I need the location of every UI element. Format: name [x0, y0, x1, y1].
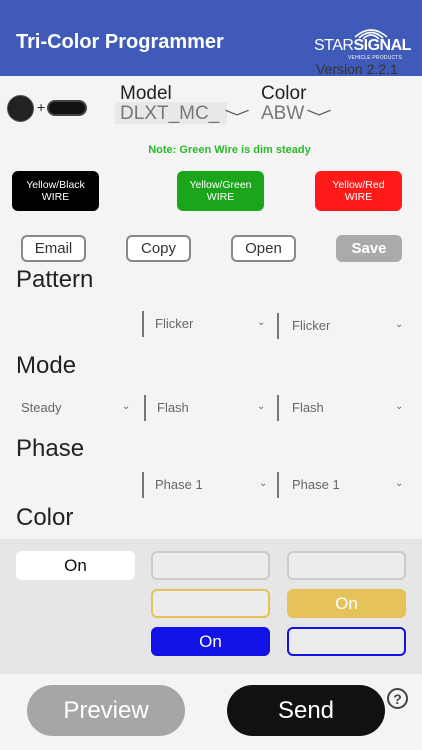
beacon-disc-icon	[7, 95, 34, 122]
mode-dropdown-2[interactable]: Flash ⌄	[144, 395, 274, 421]
send-button[interactable]: Send	[227, 685, 385, 736]
color-button-r1c3[interactable]	[287, 551, 406, 580]
yellow-green-wire-button[interactable]: Yellow/Green WIRE	[177, 171, 264, 211]
yellow-black-wire-button[interactable]: Yellow/Black WIRE	[12, 171, 99, 211]
dropdown-divider	[277, 472, 279, 498]
chevron-down-icon: ⌄	[257, 401, 266, 412]
dropdown-divider	[277, 313, 279, 339]
mode-value-2: Flash	[157, 400, 189, 415]
phase-heading: Phase	[16, 435, 85, 462]
dropdown-divider	[142, 311, 144, 337]
copy-button[interactable]: Copy	[126, 235, 191, 262]
wire-label: Yellow/Red	[332, 179, 385, 191]
chevron-down-icon: ⌄	[257, 317, 266, 328]
email-button[interactable]: Email	[21, 235, 86, 262]
color-heading: Color	[16, 504, 74, 531]
wire-sublabel: WIRE	[344, 191, 373, 203]
blue-color-button-r3c3[interactable]	[287, 627, 406, 656]
pattern-dropdown-2[interactable]: Flicker ⌄	[142, 311, 272, 337]
wire-label: Yellow/Green	[189, 179, 252, 191]
color-chevron-down-icon[interactable]: ﹀	[306, 104, 332, 128]
logo-wordmark: STARSIGNAL	[314, 37, 411, 54]
pattern-value-2: Flicker	[155, 316, 194, 331]
star-signal-logo: STARSIGNAL VEHICLE PRODUCTS	[314, 26, 411, 61]
phase-dropdown-2[interactable]: Phase 1 ⌄	[142, 472, 272, 498]
phase-dropdown-3[interactable]: Phase 1 ⌄	[277, 472, 407, 498]
pattern-heading: Pattern	[16, 266, 94, 293]
lightbar-icon	[47, 100, 87, 116]
app-title: Tri-Color Programmer	[16, 31, 224, 53]
chevron-down-icon: ⌄	[122, 401, 131, 412]
pattern-dropdown-3[interactable]: Flicker ⌄	[277, 313, 407, 339]
amber-on-button-r2c3[interactable]: On	[287, 589, 406, 618]
wire-note: Note: Green Wire is dim steady	[148, 144, 311, 156]
preview-button[interactable]: Preview	[27, 685, 185, 736]
chevron-down-icon: ⌄	[395, 478, 404, 489]
model-chevron-down-icon[interactable]: ﹀	[224, 104, 250, 128]
mode-dropdown-1[interactable]: Steady ⌄	[8, 395, 138, 421]
yellow-red-wire-button[interactable]: Yellow/Red WIRE	[315, 171, 402, 211]
mode-dropdown-3[interactable]: Flash ⌄	[277, 395, 407, 421]
chevron-down-icon: ⌄	[259, 478, 268, 489]
save-button[interactable]: Save	[336, 235, 402, 262]
lightbar-device-icon[interactable]: +	[7, 95, 89, 123]
model-value: DLXT_MC_	[120, 103, 220, 124]
help-icon[interactable]: ?	[387, 688, 408, 709]
dropdown-divider	[144, 395, 146, 421]
color-on-button-r1c1[interactable]: On	[16, 551, 135, 580]
phase-value-2: Phase 1	[155, 477, 203, 492]
blue-on-button-r3c2[interactable]: On	[151, 627, 270, 656]
chevron-down-icon: ⌄	[395, 319, 404, 330]
plus-sign: +	[37, 99, 46, 115]
version-label: Version 2.2.1	[316, 61, 398, 77]
color-select-value[interactable]: ABW	[261, 103, 304, 125]
wire-sublabel: WIRE	[41, 191, 70, 203]
wire-label: Yellow/Black	[26, 179, 85, 191]
phase-value-3: Phase 1	[292, 477, 340, 492]
dropdown-divider	[277, 395, 279, 421]
pattern-value-3: Flicker	[292, 318, 331, 333]
mode-heading: Mode	[16, 352, 77, 379]
color-label: Color	[261, 83, 307, 104]
amber-color-button-r2c2[interactable]	[151, 589, 270, 618]
mode-value-1: Steady	[21, 400, 62, 415]
wire-sublabel: WIRE	[206, 191, 235, 203]
open-button[interactable]: Open	[231, 235, 296, 262]
chevron-down-icon: ⌄	[395, 401, 404, 412]
mode-value-3: Flash	[292, 400, 324, 415]
dropdown-divider	[142, 472, 144, 498]
color-button-r1c2[interactable]	[151, 551, 270, 580]
